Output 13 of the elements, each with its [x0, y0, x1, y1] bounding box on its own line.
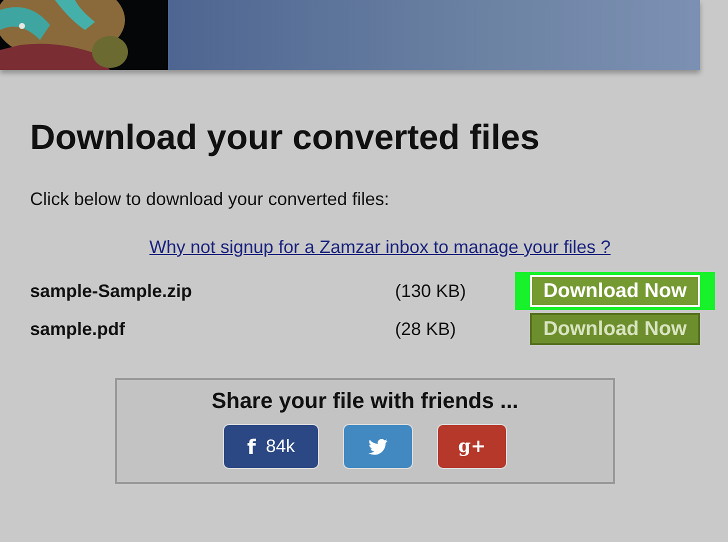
page-heading: Download your converted files [30, 118, 541, 158]
instruction-text: Click below to download your converted files: [30, 188, 390, 210]
twitter-button[interactable] [343, 424, 413, 469]
download-button[interactable]: Download Now [530, 275, 700, 307]
file-size: (130 KB) [395, 280, 468, 302]
signup-link[interactable]: Why not signup for a Zamzar inbox to manage your files ? [149, 237, 611, 257]
google-plus-button[interactable]: g+ [437, 424, 507, 469]
facebook-button[interactable]: f 84k [223, 424, 319, 469]
bird-icon [368, 438, 388, 454]
share-title: Share your file with friends ... [212, 388, 518, 414]
file-size: (28 KB) [395, 318, 458, 340]
file-name: sample-Sample.zip [30, 280, 194, 302]
file-name: sample.pdf [30, 318, 126, 340]
